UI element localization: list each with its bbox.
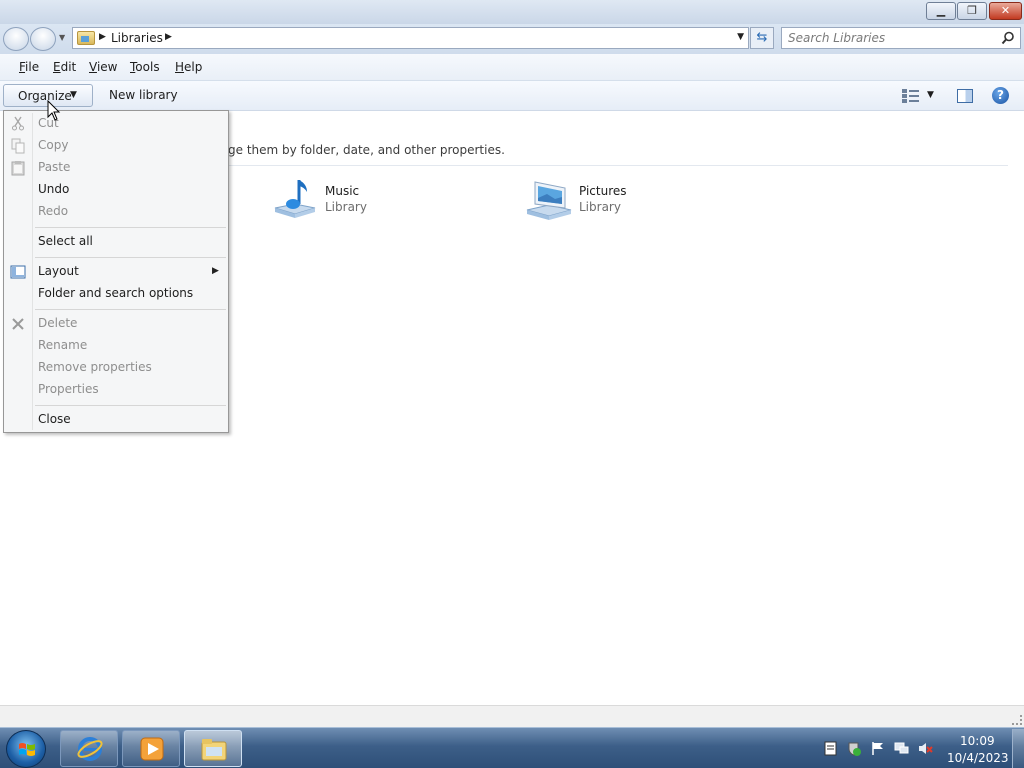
- search-box[interactable]: [781, 27, 1021, 49]
- change-view-icon[interactable]: [902, 89, 920, 103]
- menu-item-layout[interactable]: Layout: [38, 264, 79, 278]
- back-button[interactable]: [3, 27, 29, 51]
- windows-explorer-icon: [201, 739, 227, 761]
- minimize-icon: ▁: [936, 4, 946, 17]
- address-bar[interactable]: ▶ Libraries ▶ ▼: [72, 27, 749, 49]
- clock-time[interactable]: 10:09: [960, 734, 995, 748]
- menu-item-copy[interactable]: Copy: [38, 138, 68, 152]
- title-bar: ▁ ❐ ✕: [0, 0, 1024, 24]
- copy-icon: [11, 138, 25, 154]
- taskbar-internet-explorer[interactable]: [60, 730, 118, 767]
- restore-button[interactable]: ❐: [957, 2, 987, 20]
- volume-muted-icon[interactable]: [918, 741, 933, 756]
- address-row: ▼ ▶ Libraries ▶ ▼ ⇆: [0, 24, 1024, 54]
- network-tray-icon[interactable]: [894, 741, 909, 756]
- close-button[interactable]: ✕: [989, 2, 1022, 20]
- breadcrumb-libraries[interactable]: Libraries: [111, 31, 163, 45]
- submenu-arrow-icon: ▶: [212, 266, 219, 276]
- libraries-description: ge them by folder, date, and other prope…: [228, 143, 505, 157]
- preview-pane-icon[interactable]: [957, 89, 973, 103]
- forward-button[interactable]: [30, 27, 56, 51]
- menu-gutter: [32, 113, 33, 430]
- pictures-library-icon: [526, 181, 572, 220]
- music-library-icon: [274, 180, 316, 218]
- menu-file[interactable]: File: [19, 60, 39, 74]
- new-library-button[interactable]: New library: [109, 88, 178, 102]
- library-type: Library: [579, 200, 621, 214]
- refresh-icon: ⇆: [756, 30, 768, 45]
- menu-separator: [35, 309, 226, 310]
- resize-grip-icon[interactable]: [1012, 715, 1022, 725]
- notes-tray-icon[interactable]: [823, 741, 838, 756]
- command-bar: Organize ▼ New library ▼ ?: [0, 81, 1024, 111]
- library-type: Library: [325, 200, 367, 214]
- menu-separator: [35, 227, 226, 228]
- organize-dropdown-icon: ▼: [70, 90, 77, 100]
- layout-icon: [10, 265, 26, 279]
- status-bar: [0, 705, 1024, 727]
- minimize-button[interactable]: ▁: [926, 2, 956, 20]
- library-name: Pictures: [579, 184, 627, 198]
- menu-item-select-all[interactable]: Select all: [38, 234, 93, 248]
- menu-item-close[interactable]: Close: [38, 412, 71, 426]
- menu-view[interactable]: View: [89, 60, 117, 74]
- address-dropdown-icon[interactable]: ▼: [737, 32, 744, 42]
- paste-icon: [11, 161, 25, 176]
- menu-separator: [35, 405, 226, 406]
- windows-logo-icon: [19, 743, 35, 756]
- view-options-dropdown-icon[interactable]: ▼: [927, 90, 934, 100]
- menu-bar: File Edit View Tools Help: [0, 54, 1024, 81]
- taskbar-windows-explorer[interactable]: [184, 730, 242, 767]
- menu-help[interactable]: Help: [175, 60, 202, 74]
- delete-icon: [12, 318, 24, 330]
- organize-label: Organize: [18, 89, 72, 103]
- menu-tools[interactable]: Tools: [130, 60, 160, 74]
- start-button[interactable]: [6, 730, 46, 768]
- action-center-flag-icon[interactable]: [870, 741, 885, 756]
- media-player-icon: [140, 737, 164, 761]
- search-input[interactable]: [788, 30, 993, 46]
- menu-edit[interactable]: Edit: [53, 60, 76, 74]
- menu-item-undo[interactable]: Undo: [38, 182, 69, 196]
- menu-item-remove-properties[interactable]: Remove properties: [38, 360, 152, 374]
- taskbar-media-player[interactable]: [122, 730, 180, 767]
- organize-menu: Cut Copy Paste Undo Redo Select all Layo…: [3, 110, 229, 433]
- libraries-folder-icon: [77, 31, 95, 45]
- refresh-button[interactable]: ⇆: [750, 27, 774, 49]
- clock-date[interactable]: 10/4/2023: [947, 751, 1009, 765]
- show-desktop-button[interactable]: [1012, 729, 1024, 768]
- taskbar: 10:09 10/4/2023: [0, 727, 1024, 768]
- menu-item-folder-and-search-options[interactable]: Folder and search options: [38, 286, 193, 300]
- restore-icon: ❐: [967, 4, 977, 17]
- divider: [228, 165, 1008, 166]
- mouse-cursor-icon: [47, 100, 61, 121]
- breadcrumb-arrow-icon[interactable]: ▶: [165, 32, 172, 42]
- menu-separator: [35, 257, 226, 258]
- recent-pages-dropdown[interactable]: ▼: [59, 33, 65, 42]
- help-icon[interactable]: ?: [992, 87, 1009, 104]
- security-tray-icon[interactable]: [846, 741, 861, 756]
- internet-explorer-icon: [77, 737, 103, 761]
- close-icon: ✕: [1000, 4, 1011, 17]
- menu-item-delete[interactable]: Delete: [38, 316, 77, 330]
- scissors-icon: [12, 116, 24, 131]
- search-icon[interactable]: [1001, 31, 1015, 45]
- library-name: Music: [325, 184, 360, 198]
- menu-item-properties[interactable]: Properties: [38, 382, 99, 396]
- menu-item-paste[interactable]: Paste: [38, 160, 70, 174]
- menu-item-redo[interactable]: Redo: [38, 204, 68, 218]
- breadcrumb-arrow-icon[interactable]: ▶: [99, 32, 106, 42]
- menu-item-rename[interactable]: Rename: [38, 338, 87, 352]
